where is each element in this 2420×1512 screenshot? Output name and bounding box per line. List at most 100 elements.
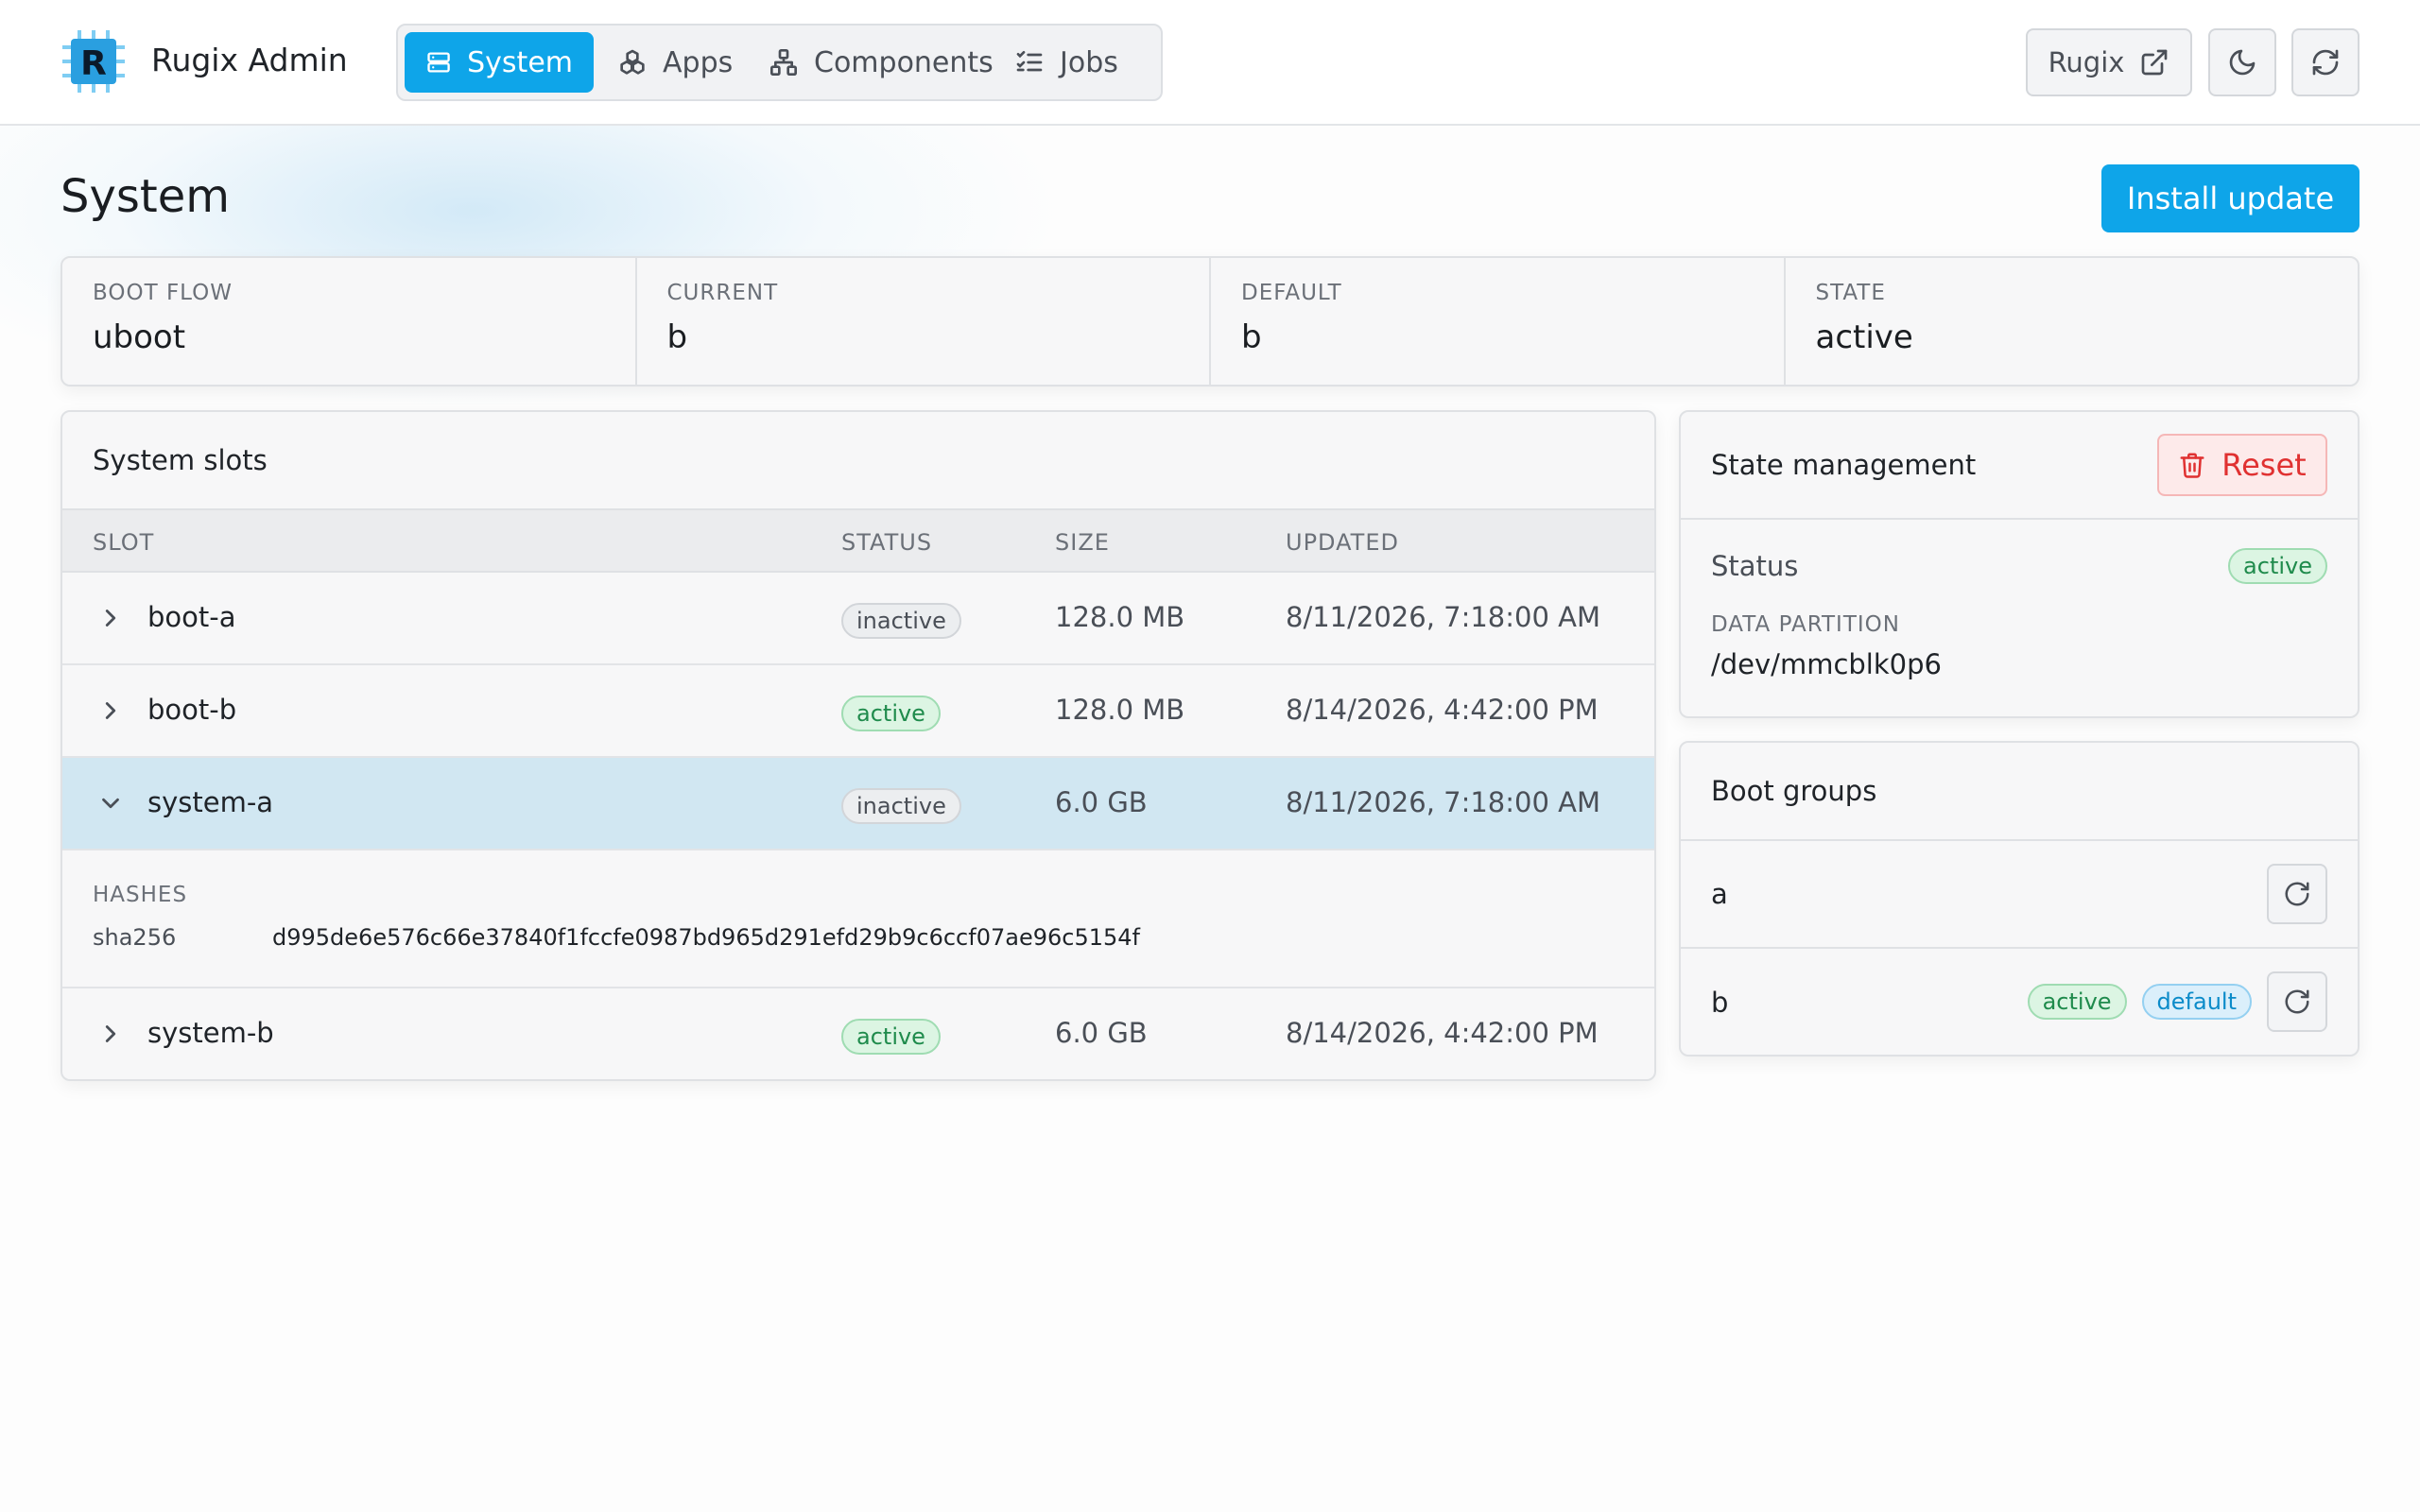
- boot-group-row: a: [1681, 841, 2358, 949]
- hash-value: d995de6e576c66e37840f1fccfe0987bd965d291…: [272, 924, 1140, 951]
- status-badge: active: [841, 1019, 941, 1055]
- stat-state: STATE active: [1786, 258, 2359, 385]
- reset-state-button[interactable]: Reset: [2157, 434, 2327, 496]
- top-header: R Rugix Admin System Apps Components Job…: [0, 0, 2420, 126]
- stat-default: DEFAULT b: [1211, 258, 1786, 385]
- rotate-icon: [2285, 882, 2309, 906]
- state-management-title: State management: [1711, 449, 1977, 481]
- column-slot: SLOT: [93, 529, 155, 556]
- stat-boot-flow: BOOT FLOW uboot: [62, 258, 637, 385]
- nav-jobs-label: Jobs: [1060, 45, 1118, 79]
- reset-label: Reset: [2221, 447, 2307, 483]
- status-badge: active: [2228, 548, 2327, 584]
- table-row-expanded[interactable]: system-a inactive 6.0 GB 8/11/2026, 7:18…: [62, 758, 1654, 850]
- slot-updated: 8/14/2026, 4:42:00 PM: [1286, 694, 1599, 726]
- status-badge: active: [841, 696, 941, 731]
- refresh-button[interactable]: [2291, 28, 2360, 96]
- chevron-right-icon[interactable]: [96, 1020, 125, 1048]
- nav-components-label: Components: [814, 45, 994, 79]
- nav-system-label: System: [467, 45, 573, 79]
- slot-name: system-b: [147, 1017, 274, 1049]
- rugix-logo-icon: R: [62, 30, 125, 93]
- nav-components[interactable]: Components: [748, 32, 1014, 93]
- system-stats-card: BOOT FLOW uboot CURRENT b DEFAULT b STAT…: [60, 256, 2360, 387]
- boot-group-actions: [2267, 864, 2327, 924]
- boot-groups-title: Boot groups: [1681, 743, 2358, 841]
- app-title: Rugix Admin: [151, 42, 348, 78]
- slot-size: 6.0 GB: [1055, 786, 1148, 818]
- boot-group-name: a: [1711, 878, 1728, 910]
- external-link-icon: [2142, 49, 2168, 76]
- chevron-right-icon[interactable]: [96, 604, 125, 632]
- nav-apps[interactable]: Apps: [596, 32, 753, 93]
- stat-value: active: [1815, 318, 1913, 356]
- install-update-button[interactable]: Install update: [2101, 164, 2360, 232]
- status-badge: inactive: [841, 788, 961, 824]
- rugix-external-link-button[interactable]: Rugix: [2026, 28, 2192, 96]
- rotate-icon: [2285, 989, 2309, 1014]
- slot-hashes-panel: HASHES sha256 d995de6e576c66e37840f1fccf…: [62, 850, 1654, 988]
- server-icon: [427, 52, 450, 73]
- boot-group-actions: active default: [2027, 971, 2327, 1032]
- stat-value: b: [1241, 318, 1262, 356]
- nav-jobs[interactable]: Jobs: [994, 32, 1139, 93]
- status-badge: inactive: [841, 603, 961, 639]
- state-management-header: State management Reset: [1681, 412, 2358, 520]
- slots-table-header: SLOT STATUS SIZE UPDATED: [62, 510, 1654, 573]
- slot-name: boot-b: [147, 694, 237, 726]
- stat-label: CURRENT: [666, 281, 779, 305]
- hashes-label: HASHES: [93, 883, 188, 907]
- slot-size: 128.0 MB: [1055, 601, 1185, 633]
- boot-group-name: b: [1711, 987, 1729, 1019]
- hash-line: sha256 d995de6e576c66e37840f1fccfe0987bd…: [93, 924, 1624, 951]
- slot-size: 128.0 MB: [1055, 694, 1185, 726]
- slot-updated: 8/11/2026, 7:18:00 AM: [1286, 786, 1601, 818]
- slot-updated: 8/11/2026, 7:18:00 AM: [1286, 601, 1601, 633]
- trash-icon: [2180, 453, 2204, 478]
- stat-label: DEFAULT: [1241, 281, 1342, 305]
- data-partition-value: /dev/mmcblk0p6: [1711, 648, 1942, 680]
- chevron-right-icon[interactable]: [96, 696, 125, 725]
- list-checks-icon: [1016, 51, 1043, 72]
- table-row[interactable]: boot-a inactive 128.0 MB 8/11/2026, 7:18…: [62, 573, 1654, 665]
- svg-text:R: R: [80, 44, 107, 83]
- nav-apps-label: Apps: [663, 45, 734, 79]
- boxes-icon: [620, 49, 645, 75]
- page-title: System: [60, 170, 230, 223]
- state-status-row: Status active: [1711, 548, 2327, 584]
- table-row[interactable]: boot-b active 128.0 MB 8/14/2026, 4:42:0…: [62, 665, 1654, 758]
- default-badge: default: [2141, 984, 2252, 1020]
- data-partition-label: DATA PARTITION: [1711, 612, 1900, 637]
- column-size: SIZE: [1055, 529, 1110, 556]
- rugix-link-label: Rugix: [2048, 46, 2125, 78]
- column-updated: UPDATED: [1286, 529, 1399, 556]
- moon-icon: [2229, 49, 2256, 76]
- slot-name: system-a: [147, 786, 274, 818]
- status-badge: active: [2027, 984, 2127, 1020]
- boot-group-switch-button[interactable]: [2267, 971, 2327, 1032]
- system-slots-title: System slots: [62, 412, 1654, 510]
- network-icon: [770, 49, 797, 76]
- column-status: STATUS: [841, 529, 933, 556]
- stat-label: STATE: [1815, 281, 1886, 305]
- stat-value: uboot: [93, 318, 186, 356]
- state-management-card: State management Reset Status active DAT…: [1679, 410, 2360, 718]
- refresh-icon: [2312, 49, 2339, 76]
- chevron-down-icon[interactable]: [96, 789, 125, 817]
- nav-system[interactable]: System: [405, 32, 594, 93]
- hash-algorithm: sha256: [93, 924, 177, 951]
- slot-name: boot-a: [147, 601, 236, 633]
- system-slots-card: System slots SLOT STATUS SIZE UPDATED bo…: [60, 410, 1656, 1081]
- boot-group-row: b active default: [1681, 949, 2358, 1057]
- slot-updated: 8/14/2026, 4:42:00 PM: [1286, 1017, 1599, 1049]
- theme-toggle-button[interactable]: [2208, 28, 2276, 96]
- slot-size: 6.0 GB: [1055, 1017, 1148, 1049]
- state-management-body: Status active DATA PARTITION /dev/mmcblk…: [1681, 520, 2358, 709]
- stat-label: BOOT FLOW: [93, 281, 233, 305]
- main-nav: System Apps Components Jobs: [396, 24, 1163, 101]
- stat-current: CURRENT b: [637, 258, 1211, 385]
- table-row[interactable]: system-b active 6.0 GB 8/14/2026, 4:42:0…: [62, 988, 1654, 1079]
- boot-groups-card: Boot groups a b active default: [1679, 741, 2360, 1057]
- stat-value: b: [666, 318, 688, 356]
- boot-group-switch-button[interactable]: [2267, 864, 2327, 924]
